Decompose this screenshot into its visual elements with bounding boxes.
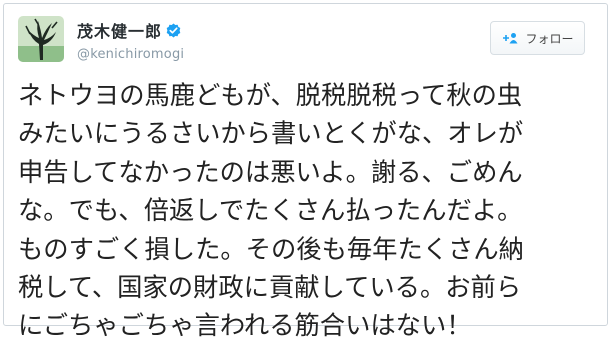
tweet-line: 税して、国家の財政に貢献している。お前ら [18,273,522,303]
name-row: 茂木健一郎 [77,18,184,42]
author-name[interactable]: 茂木健一郎 [77,18,162,42]
tweet-card: 茂木健一郎 @kenichiromogi フォロー ネトウヨの馬鹿どもが、脱税脱… [3,3,608,340]
follow-button[interactable]: フォロー [490,21,585,55]
tweet-line: な。でも、倍返しでたくさん払ったんだよ。 [18,196,523,226]
tweet-line: にごちゃごちゃ言われる筋合いはない！ [18,311,472,341]
tweet-line: 申告してなかったのは悪いよ。謝る、ごめん [18,157,523,187]
add-person-icon [501,32,519,44]
avatar[interactable] [18,16,64,62]
verified-badge-icon [166,23,181,38]
tweet-line: ネトウヨの馬鹿どもが、脱税脱税って秋の虫 [18,81,523,110]
tweet-line: ものすごく損した。その後も毎年たくさん納 [18,234,524,264]
avatar-image [18,16,64,62]
follow-button-label: フォロー [525,31,574,46]
tweet-text: ネトウヨの馬鹿どもが、脱税脱税って秋の虫 みたいにうるさいから書いとくがな、オレ… [18,77,608,346]
author-handle[interactable]: @kenichiromogi [77,47,184,62]
tweet-line: みたいにうるさいから書いとくがな、オレが [18,119,524,149]
author-block: 茂木健一郎 @kenichiromogi [77,18,184,62]
